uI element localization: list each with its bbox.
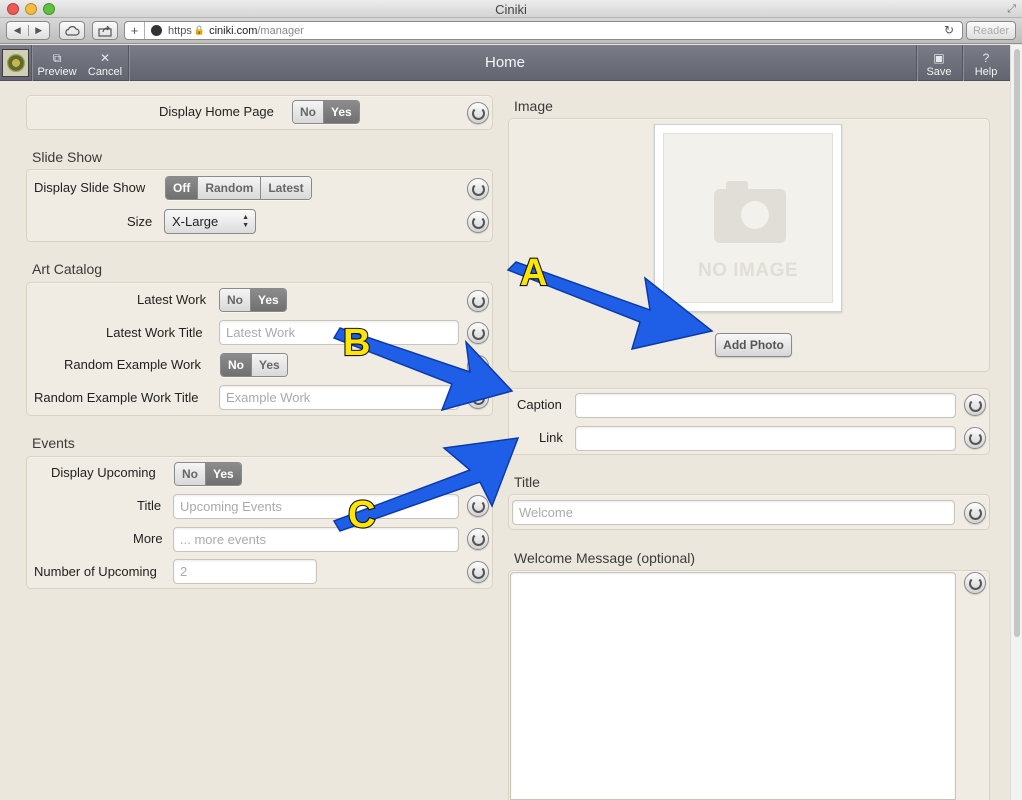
photo-placeholder: NO IMAGE [654,124,842,312]
reset-display-home-button[interactable] [467,102,489,124]
random-example-work-title-label: Random Example Work Title [34,390,199,405]
reset-random-example-button[interactable] [467,355,489,377]
display-home-yes-option[interactable]: Yes [323,101,359,123]
title-input[interactable] [512,500,955,525]
size-select[interactable]: X-Large ▲ ▼ [164,209,256,234]
header-divider [962,45,963,81]
display-home-page-toggle[interactable]: No Yes [292,100,360,124]
display-upcoming-no-option[interactable]: No [175,463,205,485]
share-icon [98,25,112,37]
latest-work-title-label: Latest Work Title [106,325,203,340]
back-arrow-icon[interactable]: ◀ [7,25,28,36]
url-host: ciniki.com [209,24,258,37]
reset-title-button[interactable] [964,502,986,524]
display-slideshow-toggle[interactable]: Off Random Latest [165,176,312,200]
floppy-disk-icon: ▣ [933,51,945,65]
site-favicon-icon [151,25,162,36]
art-catalog-section-title: Art Catalog [32,261,103,277]
header-divider [916,45,917,81]
reset-link-button[interactable] [964,427,986,449]
reset-welcome-message-button[interactable] [964,572,986,594]
page-title: Home [484,54,525,71]
latest-work-label: Latest Work [137,292,207,307]
help-button[interactable]: ? Help [966,48,1006,78]
reader-button[interactable]: Reader [966,21,1016,40]
reset-display-slideshow-button[interactable] [467,178,489,200]
reset-latest-work-title-button[interactable] [467,322,489,344]
size-label: Size [127,214,153,229]
no-image-area: NO IMAGE [663,133,833,303]
latest-work-toggle[interactable]: No Yes [219,288,287,312]
random-example-work-label: Random Example Work [64,357,202,372]
reset-caption-button[interactable] [964,394,986,416]
slideshow-off-option[interactable]: Off [166,177,198,199]
question-mark-icon: ? [982,51,990,65]
latest-work-yes-option[interactable]: Yes [250,289,286,311]
events-title-input[interactable] [173,494,459,519]
forward-arrow-icon[interactable]: ▶ [27,25,50,36]
add-photo-button[interactable]: Add Photo [715,333,792,357]
display-home-no-option[interactable]: No [293,101,323,123]
add-bookmark-icon[interactable]: + [125,22,145,39]
link-label: Link [539,430,563,445]
random-example-no-option[interactable]: No [221,354,251,376]
scrollbar-thumb[interactable] [1014,49,1020,637]
slideshow-section-title: Slide Show [32,149,103,165]
random-example-work-toggle[interactable]: No Yes [220,353,288,377]
cloud-icon [65,25,80,36]
random-example-work-title-input[interactable] [219,385,459,410]
page-scrollbar[interactable] [1010,45,1022,800]
latest-work-no-option[interactable]: No [220,289,250,311]
title-section-title: Title [514,474,540,490]
back-forward-group: ◀ ▶ [6,21,50,40]
display-home-page-label: Display Home Page [159,104,274,119]
display-upcoming-toggle[interactable]: No Yes [174,462,242,486]
image-section-title: Image [514,98,553,114]
fullscreen-icon[interactable]: ⤢ [1007,3,1016,16]
icloud-tabs-button[interactable] [59,21,85,40]
events-more-input[interactable] [173,527,459,552]
reset-events-more-button[interactable] [467,528,489,550]
size-select-value: X-Large [172,214,219,229]
window-titlebar: Ciniki ⤢ [0,0,1022,18]
display-slideshow-label: Display Slide Show [34,180,146,195]
caption-label: Caption [517,397,562,412]
reset-number-of-upcoming-button[interactable] [467,561,489,583]
share-button[interactable] [92,21,118,40]
number-of-upcoming-label: Number of Upcoming [34,564,157,579]
reset-latest-work-button[interactable] [467,290,489,312]
reset-random-example-title-button[interactable] [467,387,489,409]
lock-icon: 🔒 [193,25,206,35]
camera-lens-icon [741,201,769,229]
events-section-title: Events [32,435,75,451]
save-button[interactable]: ▣ Save [920,48,958,78]
welcome-message-textarea[interactable] [510,572,956,800]
address-bar[interactable]: + https 🔒 ciniki.com /manager ↻ [124,21,963,40]
window-title: Ciniki [495,2,527,17]
save-label: Save [926,66,952,78]
reload-icon[interactable]: ↻ [944,23,954,37]
help-label: Help [974,66,998,78]
slideshow-latest-option[interactable]: Latest [260,177,311,199]
display-upcoming-yes-option[interactable]: Yes [205,463,241,485]
welcome-message-section-title: Welcome Message (optional) [514,550,696,566]
url-path: /manager [257,24,304,37]
no-image-text: NO IMAGE [697,260,799,281]
number-of-upcoming-input[interactable] [173,559,317,584]
url-scheme: https [168,24,192,37]
events-more-label: More [133,531,163,546]
random-example-yes-option[interactable]: Yes [251,354,287,376]
browser-toolbar: ◀ ▶ + https 🔒 ciniki.com /manager ↻ Read… [0,18,1022,44]
events-title-label: Title [137,498,162,513]
reset-events-title-button[interactable] [467,495,489,517]
app-header: ⧉ Preview ✕ Cancel Home ▣ Save ? Help [0,45,1010,81]
display-upcoming-label: Display Upcoming [51,465,156,480]
latest-work-title-input[interactable] [219,320,459,345]
link-input[interactable] [575,426,956,451]
caption-input[interactable] [575,393,956,418]
select-arrows-icon: ▲ ▼ [242,214,249,229]
reset-size-button[interactable] [467,211,489,233]
slideshow-random-option[interactable]: Random [197,177,261,199]
